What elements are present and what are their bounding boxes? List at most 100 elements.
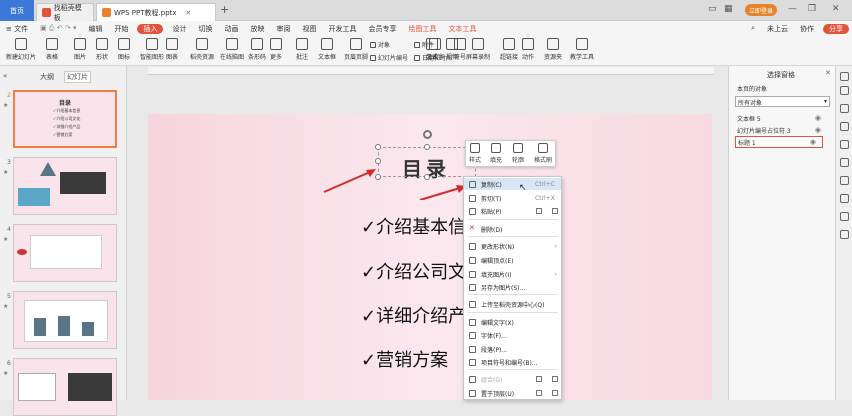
ribbon-button[interactable]: 资源夹 (544, 38, 562, 61)
ribbon-button[interactable]: 文本框 (318, 38, 336, 61)
menu-item-change-shape[interactable]: 更改形状(N) › (464, 240, 561, 252)
menu-item-edit-points[interactable]: 编辑顶点(E) (464, 254, 561, 266)
menu-developer[interactable]: 开发工具 (322, 24, 362, 34)
ribbon-button[interactable]: 稻壳资源 (190, 38, 214, 61)
close-pane-icon[interactable]: ✕ (825, 69, 831, 77)
menu-text-tools[interactable]: 文本工具 (442, 24, 482, 34)
bullet-item[interactable]: ✓介绍公司文 (361, 258, 466, 284)
menu-item-fill-picture[interactable]: 填充图片(I) › (464, 268, 561, 280)
list-icon[interactable] (840, 158, 849, 167)
menu-slideshow[interactable]: 放映 (244, 24, 270, 34)
menu-insert[interactable]: 插入 (137, 23, 164, 34)
settings-icon[interactable] (840, 104, 849, 113)
menu-animation[interactable]: 动画 (218, 24, 244, 34)
ribbon-button[interactable]: 图片 (74, 38, 86, 61)
ribbon-small-button[interactable]: 附件 (414, 40, 434, 49)
outline-button[interactable]: 轮廓 (512, 143, 524, 164)
minimize-icon[interactable]: — (788, 4, 797, 14)
menu-item-save-as-picture[interactable]: 另存为图片(S)... (464, 281, 561, 293)
object-filter-dropdown[interactable]: 所有对象 ▾ (735, 96, 830, 107)
help-icon[interactable] (840, 230, 849, 239)
close-tab-icon[interactable]: ✕ (186, 9, 192, 17)
menu-item-upload[interactable]: 上传至稻壳资源中心(Q) (464, 298, 561, 310)
collaborate-button[interactable]: 协作 (794, 24, 820, 34)
format-painter-button[interactable]: 格式刷 (534, 143, 552, 164)
ribbon-button[interactable]: 图表 (166, 38, 178, 61)
paste-option-icon[interactable] (536, 376, 542, 382)
ribbon-button[interactable]: 屏幕录制 (466, 38, 490, 61)
bullet-item[interactable]: ✓营销方案 (361, 346, 448, 372)
paste-option-icon[interactable] (552, 390, 558, 396)
slide-thumbnail[interactable] (13, 358, 117, 416)
resize-handle[interactable] (375, 144, 381, 150)
menu-item-delete[interactable]: ✕ 删除(D) (464, 223, 561, 235)
tab-slides[interactable]: 幻灯片 (64, 71, 91, 83)
menu-item-paste[interactable]: 粘贴(P) (464, 205, 561, 217)
ribbon-button[interactable]: 页眉页脚 (344, 38, 368, 61)
tools-icon[interactable] (840, 176, 849, 185)
paste-option-icon[interactable] (552, 376, 558, 382)
ribbon-small-button[interactable]: 幻灯片编号 (370, 53, 408, 62)
window-close-icon[interactable]: ✕ (832, 4, 840, 14)
tab-outline[interactable]: 大纲 (40, 72, 54, 82)
menu-item-edit-text[interactable]: 编辑文字(X) (464, 316, 561, 328)
menu-drawing-tools[interactable]: 绘图工具 (402, 24, 442, 34)
tab-template[interactable]: 找稻壳模板 (36, 3, 94, 22)
ribbon-button[interactable]: 更多 (270, 38, 282, 61)
object-row[interactable]: 幻灯片编号占位符 3 ◉ (737, 126, 827, 135)
cloud-status[interactable]: 未上云 (761, 24, 794, 34)
eye-icon[interactable]: ◉ (810, 138, 816, 146)
ribbon-small-button[interactable]: 对象 (370, 40, 390, 49)
tile-icon[interactable]: ▦ (724, 4, 733, 14)
ribbon-button[interactable]: 智能图形 (140, 38, 164, 61)
menu-item-paragraph[interactable]: 段落(P)... (464, 343, 561, 355)
object-row[interactable]: 文本框 5 ◉ (737, 114, 827, 123)
location-icon[interactable] (840, 194, 849, 203)
ribbon-button[interactable]: 图标 (118, 38, 130, 61)
paste-option-icon[interactable] (536, 208, 542, 214)
copy-icon[interactable] (840, 212, 849, 221)
menu-file[interactable]: ≡ 文件 (0, 24, 34, 34)
adjust-icon[interactable] (840, 86, 849, 95)
ribbon-small-button[interactable]: 日期和时间 (414, 53, 452, 62)
menu-item-copy[interactable]: 复制(C) Ctrl+C (464, 178, 561, 190)
ribbon-button[interactable]: 表格 (46, 38, 58, 61)
ribbon-button[interactable]: 动作 (522, 38, 534, 61)
paste-option-icon[interactable] (536, 390, 542, 396)
menu-view[interactable]: 视图 (296, 24, 322, 34)
shape-icon[interactable] (840, 122, 849, 131)
menu-design[interactable]: 设计 (166, 24, 192, 34)
fill-button[interactable]: 填充 (490, 143, 502, 164)
ribbon-button[interactable]: 批注 (296, 38, 308, 61)
ribbon-button[interactable]: 新建幻灯片 (6, 38, 36, 61)
menu-home[interactable]: 开始 (108, 24, 134, 34)
bullet-item[interactable]: ✓详细介绍产 (361, 302, 466, 328)
slide-thumbnail[interactable] (13, 157, 117, 215)
style-button[interactable]: 样式 (469, 143, 481, 164)
rotate-handle-icon[interactable] (423, 130, 432, 139)
menu-item-bullets[interactable]: 项目符号和编号(B)... (464, 356, 561, 368)
menu-item-cut[interactable]: 剪切(T) Ctrl+X (464, 192, 561, 204)
login-button[interactable]: 立即登录 (745, 4, 778, 16)
resize-handle[interactable] (424, 144, 430, 150)
slide-thumbnail[interactable]: 目录 ✓介绍基本信息 ✓介绍公司文化 ✓详细介绍产品 ✓营销方案 (13, 90, 117, 148)
menu-transition[interactable]: 切换 (192, 24, 218, 34)
maximize-icon[interactable]: ❐ (808, 4, 816, 14)
eye-icon[interactable]: ◉ (815, 114, 821, 122)
ribbon-button[interactable]: 条形码 (248, 38, 266, 61)
window-layout-icon[interactable]: ▭ (708, 4, 717, 14)
ribbon-button[interactable]: 教学工具 (570, 38, 594, 61)
object-row-selected[interactable]: 标题 1 ◉ (735, 136, 823, 148)
ribbon-button[interactable]: 形状 (96, 38, 108, 61)
share-button[interactable]: 分享 (823, 23, 849, 34)
select-icon[interactable] (840, 72, 849, 81)
menu-item-group[interactable]: 组合(G) (464, 373, 561, 385)
menu-member[interactable]: 会员专享 (362, 24, 402, 34)
transform-icon[interactable] (840, 140, 849, 149)
edit-mode-dropdown[interactable]: 编辑 (82, 24, 108, 34)
ribbon-button[interactable]: 在线脑图 (220, 38, 244, 61)
menu-item-bring-to-front[interactable]: 置于顶层(U) (464, 387, 561, 399)
menu-review[interactable]: 审阅 (270, 24, 296, 34)
menu-item-font[interactable]: 字体(F)... (464, 329, 561, 341)
slide-thumbnail[interactable] (13, 291, 117, 349)
